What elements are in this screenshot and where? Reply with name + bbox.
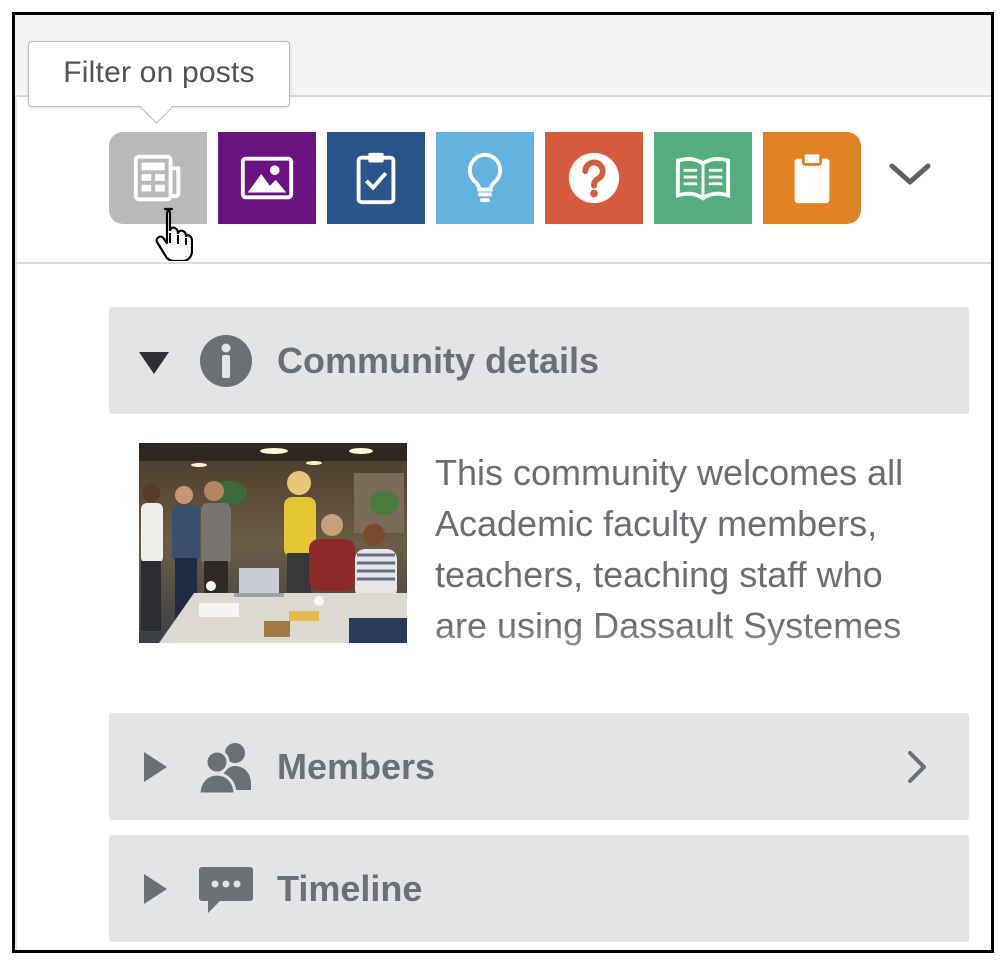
left-divider <box>15 95 17 950</box>
content-filter-bar <box>109 132 861 224</box>
open-book-icon <box>675 157 731 201</box>
filter-tooltip: Filter on posts <box>28 41 290 124</box>
filter-bar-divider <box>15 262 991 264</box>
more-filters-dropdown[interactable] <box>885 155 935 195</box>
filter-surveys-button[interactable] <box>327 132 425 224</box>
question-circle-icon <box>568 152 620 204</box>
chat-bubble-icon <box>197 860 255 918</box>
lightbulb-icon <box>467 152 503 203</box>
tooltip-text: Filter on posts <box>63 56 255 89</box>
caret-right-icon <box>144 873 167 904</box>
users-icon <box>197 738 255 796</box>
filter-wiki-button[interactable] <box>654 132 752 224</box>
community-details-title: Community details <box>277 339 600 381</box>
chevron-right-icon[interactable] <box>905 749 929 785</box>
filter-documents-button[interactable] <box>763 132 861 224</box>
filter-ideas-button[interactable] <box>436 132 534 224</box>
clipboard-icon <box>794 151 830 204</box>
timeline-title: Timeline <box>277 867 423 909</box>
newspaper-icon <box>133 154 181 202</box>
members-title: Members <box>277 745 436 787</box>
image-icon <box>240 156 294 200</box>
community-description: This community welcomes all Academic fac… <box>435 452 904 646</box>
timeline-header[interactable]: Timeline <box>109 835 969 942</box>
members-header[interactable]: Members <box>109 713 969 820</box>
filter-media-button[interactable] <box>218 132 316 224</box>
info-circle-icon <box>197 332 255 390</box>
clipboard-check-icon <box>356 152 396 205</box>
hand-pointer-cursor-icon <box>155 207 193 261</box>
community-details-body: This community welcomes all Academic fac… <box>139 443 939 695</box>
tooltip-tail <box>140 91 173 124</box>
community-photo <box>139 443 407 643</box>
caret-right-icon <box>144 751 167 782</box>
filter-questions-button[interactable] <box>545 132 643 224</box>
chevron-down-icon <box>889 163 931 185</box>
caret-down-icon <box>139 351 169 374</box>
app-frame: Filter on posts Community details This c… <box>12 12 994 953</box>
community-details-header[interactable]: Community details <box>109 307 969 414</box>
